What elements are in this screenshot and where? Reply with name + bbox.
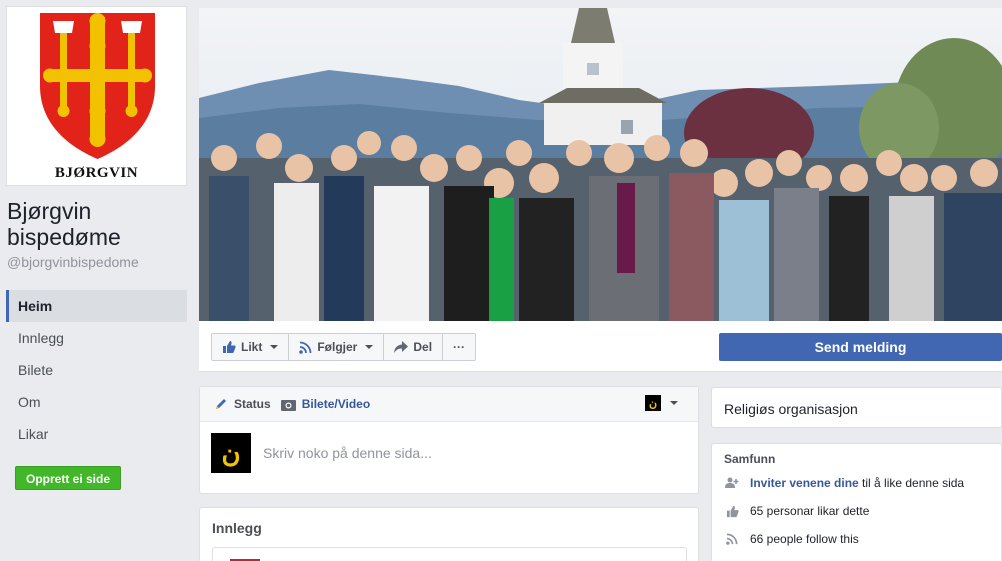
page-title[interactable]: Bjørgvin bispedøme [7,198,196,250]
page-handle[interactable]: @bjorgvinbispedome [7,254,139,270]
share-button[interactable]: Del [384,334,444,360]
follows-row: 66 people follow this [724,531,859,547]
page-avatar: ن [211,433,251,473]
thumbs-up-icon [223,341,236,353]
left-column: BJØRGVIN Bjørgvin bispedøme @bjorgvinbis… [0,0,196,561]
follows-count-text[interactable]: 66 people follow this [750,532,859,546]
invite-friends-row: Inviter venene dine til å like denne sid… [724,475,964,491]
invite-friends-text: til å like denne sida [858,476,965,490]
page-nav: Heim Innlegg Bilete Om Likar [6,290,187,450]
thumbs-up-icon [724,503,740,519]
posts-section: Innlegg [199,507,699,561]
composer-body: ن Skriv noko på denne sida... [211,433,432,473]
invite-friends-icon [724,475,740,491]
like-button[interactable]: Likt [212,334,290,360]
likes-row: 65 personar likar dette [724,503,869,519]
post-card[interactable] [212,547,687,561]
page-avatar-small: ن [645,395,661,411]
nav-item-bilete[interactable]: Bilete [6,354,187,386]
cover-photo[interactable] [199,8,1002,321]
chevron-down-icon [270,345,279,349]
nav-item-om[interactable]: Om [6,386,187,418]
page-category[interactable]: Religiøs organisasjon [724,401,858,417]
tab-photo-video[interactable]: Bilete/Video [280,397,371,411]
tab-photo-video-label: Bilete/Video [301,397,371,411]
likes-count-text[interactable]: 65 personar likar dette [750,504,869,518]
logo-wordmark: BJØRGVIN [54,165,139,181]
cover-photo-illustration [199,8,1002,321]
create-page-button[interactable]: Opprett ei side [15,466,122,490]
follow-button[interactable]: Følgjer [289,334,385,360]
nav-item-innlegg[interactable]: Innlegg [6,322,187,354]
post-as-selector[interactable]: ن [645,395,678,411]
rss-follow-icon [724,531,740,547]
chevron-down-icon [365,345,374,349]
page-action-bar: Likt Følgjer Del ··· Send melding [199,321,1002,372]
nav-item-heim[interactable]: Heim [6,290,187,322]
more-options-button[interactable]: ··· [443,334,475,360]
nav-item-likar[interactable]: Likar [6,418,187,450]
community-title: Samfunn [724,452,776,466]
posts-section-title: Innlegg [212,520,262,536]
camera-icon [280,399,296,411]
follow-label: Følgjer [317,340,358,354]
invite-friends-link[interactable]: Inviter venene dine [750,476,859,490]
composer-tabs: Status Bilete/Video ن [200,387,698,422]
tab-status[interactable]: Status [214,397,271,411]
community-box: Samfunn Inviter venene dine til å like d… [711,443,1002,561]
page-actions-group: Likt Følgjer Del ··· [211,333,477,361]
share-label: Del [413,340,433,354]
like-label: Likt [241,340,263,354]
pencil-icon [216,399,226,409]
category-box: Religiøs organisasjon [711,387,1002,428]
more-dots-icon: ··· [453,340,466,354]
share-arrow-icon [394,341,409,353]
rss-follow-icon [299,341,312,354]
tab-status-label: Status [234,397,271,411]
coat-of-arms-logo [40,13,155,159]
post-composer: Status Bilete/Video ن ن Skriv noko på de… [199,386,699,494]
send-message-button[interactable]: Send melding [719,333,1002,361]
profile-picture[interactable]: BJØRGVIN [6,6,187,186]
chevron-down-icon [670,401,678,405]
composer-input[interactable]: Skriv noko på denne sida... [263,445,432,461]
